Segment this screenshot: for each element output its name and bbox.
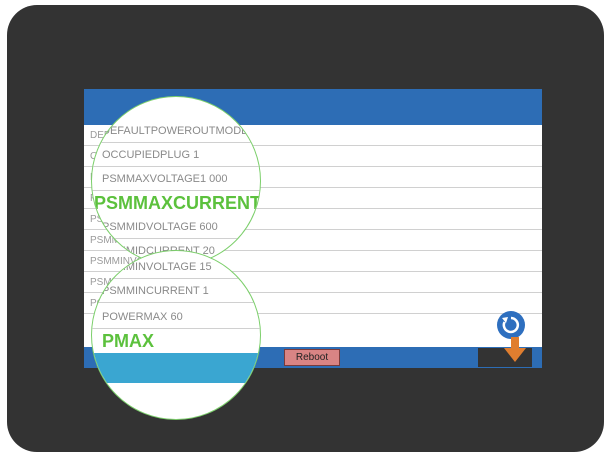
zoom-row: PSMMIDVOLTAGE 600 (92, 215, 260, 239)
zoom-row: DEFAULTPOWEROUTMODE (92, 119, 260, 143)
magnifier-lens-bottom: PSMMINVOLTAGE 15 PSMMINCURRENT 1 POWERMA… (91, 250, 261, 420)
zoom-row: POWERMAX 60 (92, 305, 260, 329)
zoom-row: PSMMINVOLTAGE 15 (92, 255, 260, 279)
zoom-row: PSMMAXVOLTAGE1 000 (92, 167, 260, 191)
zoom-row: PSMMINCURRENT 1 (92, 279, 260, 303)
reboot-button[interactable]: Reboot (284, 349, 340, 366)
zoom-highlight-label: PSMMAXCURRENT (94, 193, 261, 213)
magnifier-lens-top: DEFAULTPOWEROUTMODE OCCUPIEDPLUG 1 PSMMA… (91, 96, 261, 266)
zoom-highlight-label: PMAX (102, 331, 155, 351)
refresh-icon[interactable] (497, 311, 525, 339)
zoom-row: OCCUPIEDPLUG 1 (92, 143, 260, 167)
zoom-bottom-bar (92, 353, 260, 383)
